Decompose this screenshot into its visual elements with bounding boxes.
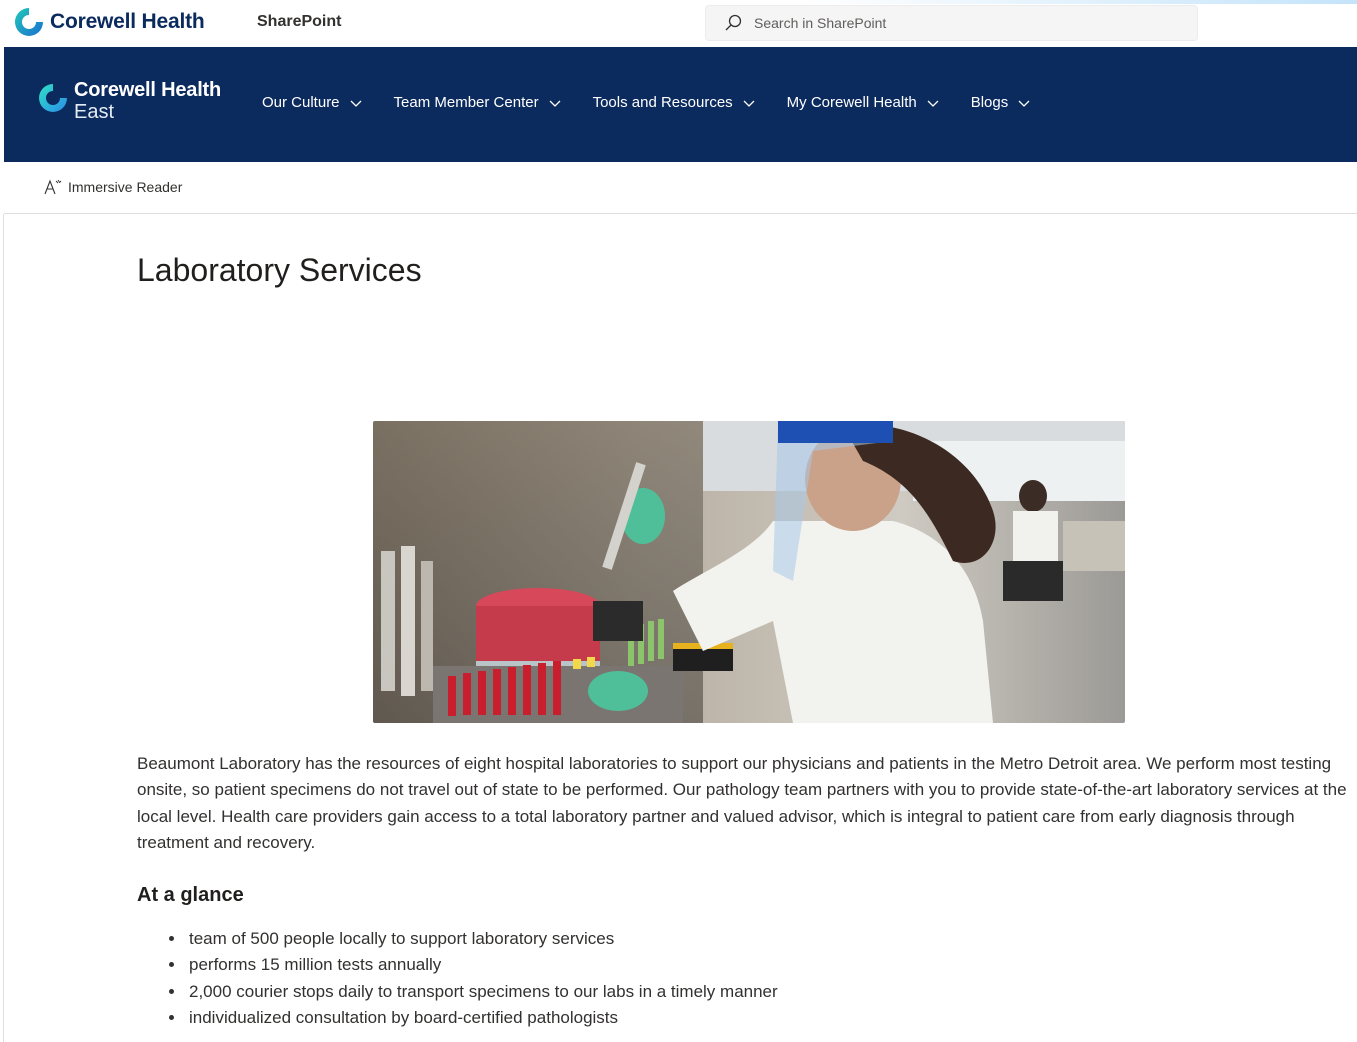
chevron-down-icon [743, 100, 755, 107]
nav-item-label: My Corewell Health [786, 94, 917, 111]
sharepoint-app-name[interactable]: SharePoint [257, 13, 341, 31]
nav-item-label: Our Culture [262, 94, 340, 111]
search-icon [725, 14, 742, 31]
chevron-down-icon [1018, 100, 1030, 107]
nav-item-label: Blogs [970, 94, 1009, 111]
nav-item-team-member-center[interactable]: Team Member Center [394, 94, 561, 111]
suite-bar: Corewell Health SharePoint [0, 0, 1357, 47]
nav-item-our-culture[interactable]: Our Culture [262, 94, 362, 111]
nav-item-tools-and-resources[interactable]: Tools and Resources [593, 94, 755, 111]
hub-brand-name: Corewell Health [74, 79, 222, 101]
nav-item-label: Team Member Center [393, 94, 539, 111]
at-a-glance-list: team of 500 people locally to support la… [137, 926, 778, 1031]
search-box[interactable] [705, 5, 1198, 41]
corewell-logo-icon [15, 8, 43, 36]
chevron-down-icon [927, 100, 939, 107]
page-title: Laboratory Services [137, 252, 422, 288]
corewell-logo-icon [39, 84, 67, 112]
list-item: individualized consultation by board-cer… [137, 1005, 778, 1031]
hub-logo[interactable]: Corewell Health East [36, 79, 221, 123]
page-body-text: Beaumont Laboratory has the resources of… [137, 754, 1347, 852]
nav-item-label: Tools and Resources [592, 94, 733, 111]
chevron-down-icon [549, 100, 561, 107]
immersive-reader-label: Immersive Reader [68, 179, 183, 195]
nav-item-my-corewell-health[interactable]: My Corewell Health [787, 94, 939, 111]
corewell-logo[interactable]: Corewell Health [12, 5, 205, 39]
hub-navigation: Corewell Health East Our Culture Team Me… [4, 47, 1357, 162]
hub-nav-items: Our Culture Team Member Center Tools and… [262, 94, 1062, 111]
suite-brand-name: Corewell Health [50, 10, 205, 33]
list-item: performs 15 million tests annually [137, 952, 778, 978]
chevron-down-icon [350, 100, 361, 107]
list-item: team of 500 people locally to support la… [137, 926, 778, 952]
laboratory-photo-illustration [373, 421, 1125, 723]
immersive-reader-button[interactable]: Immersive Reader [44, 179, 182, 195]
search-input[interactable] [754, 15, 1154, 31]
nav-item-blogs[interactable]: Blogs [971, 94, 1031, 111]
page-left-border [3, 214, 4, 1042]
suite-accent-decoration [800, 0, 1357, 4]
command-bar: Immersive Reader [4, 162, 1357, 214]
list-item: 2,000 courier stops daily to transport s… [137, 979, 778, 1005]
hub-brand-sub: East [74, 101, 115, 123]
at-a-glance-heading: At a glance [137, 884, 244, 906]
laboratory-photo [373, 421, 1125, 723]
immersive-reader-icon [44, 179, 62, 195]
